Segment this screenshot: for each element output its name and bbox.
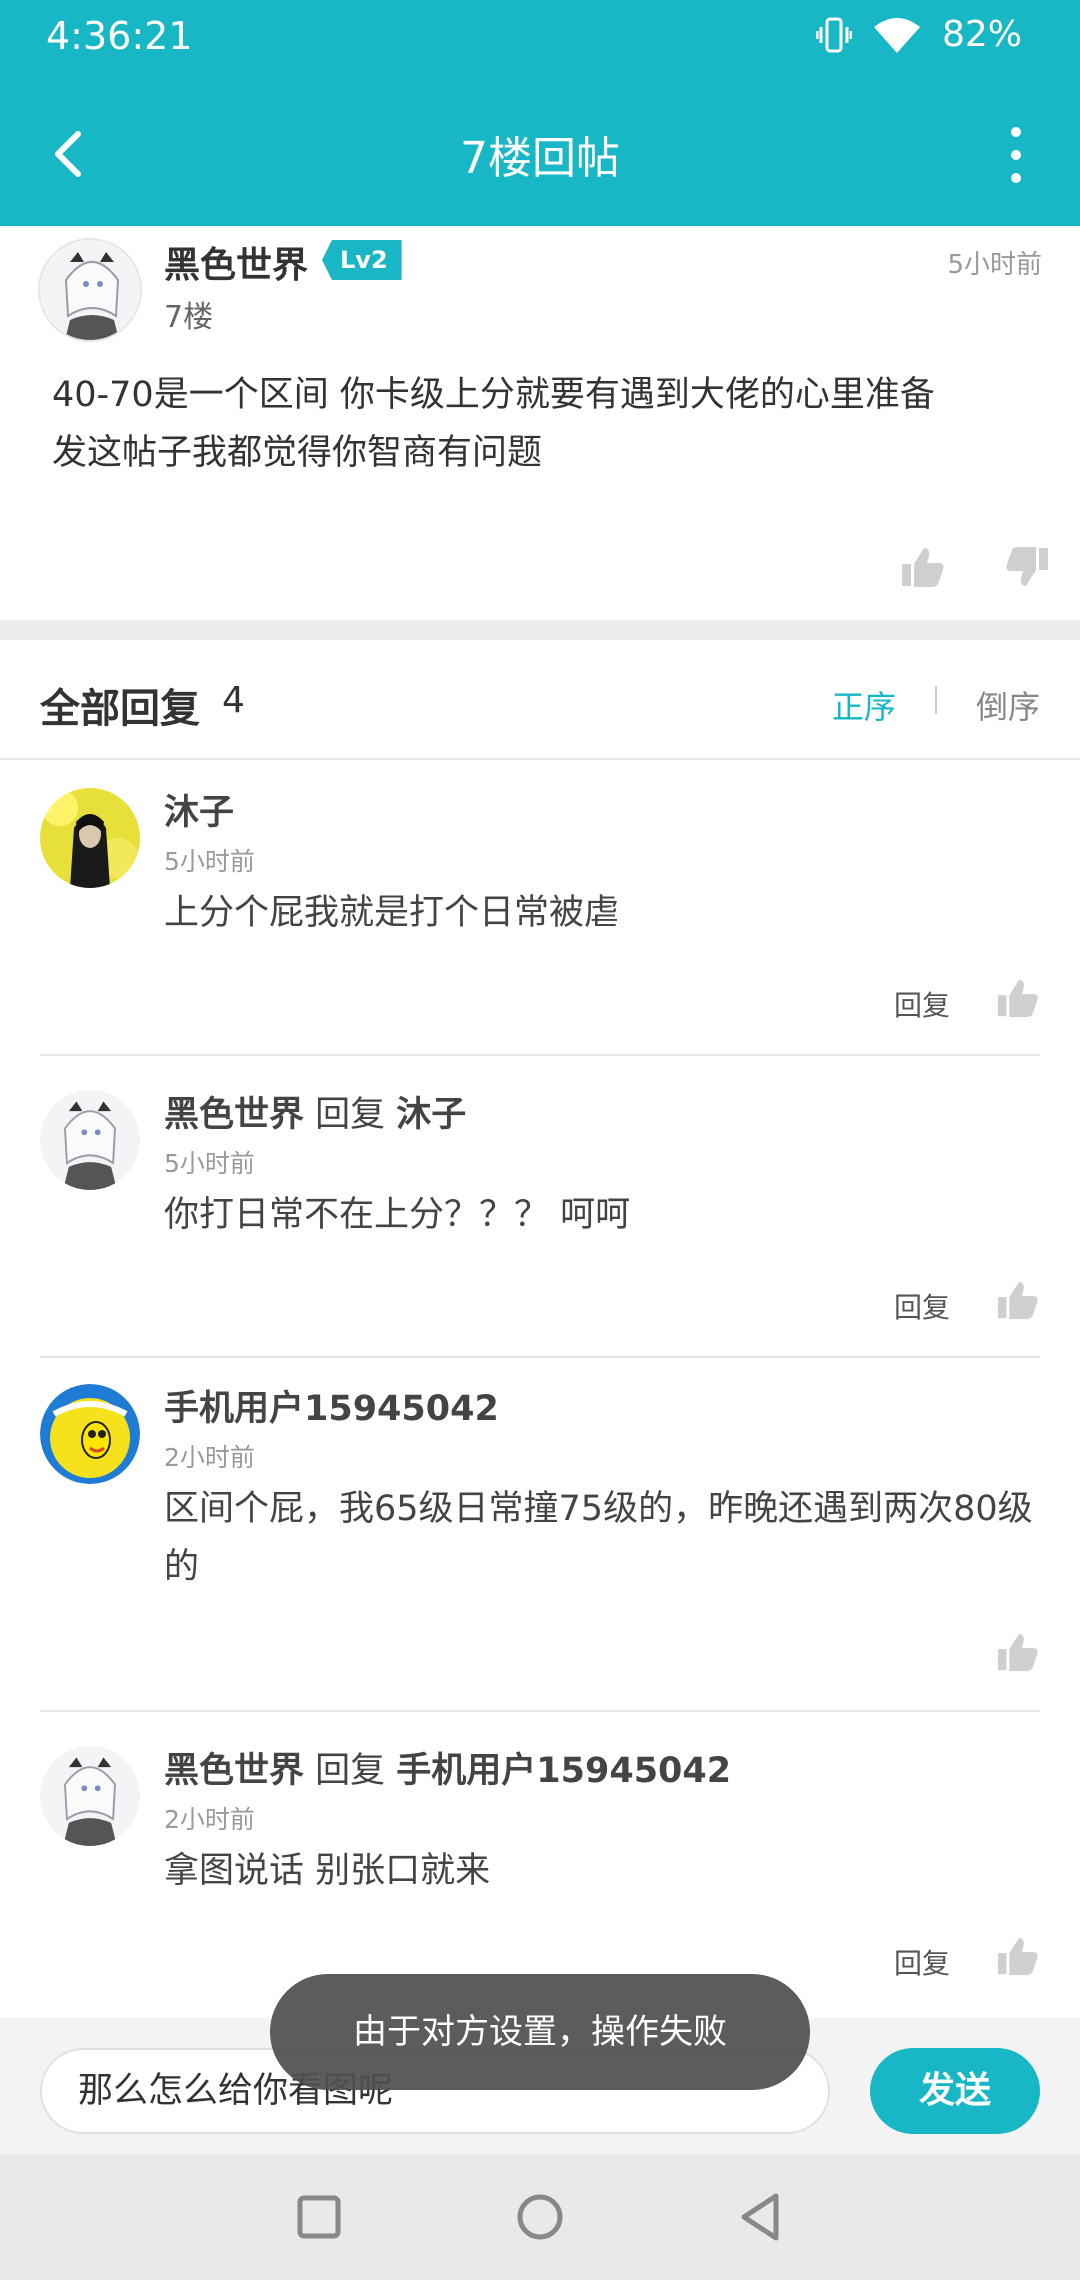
thumbs-up-icon[interactable] (996, 1934, 1040, 1978)
replies-count: 4 (222, 680, 245, 721)
battery-percent: 82% (941, 14, 1022, 55)
reply-button[interactable]: 回复 (894, 1286, 950, 1326)
back-triangle-icon[interactable] (726, 2182, 796, 2252)
floor-post: 黑色世界 Lv2 7楼 5小时前 40-70是一个区间 你卡级上分就要有遇到大佬… (0, 226, 1080, 620)
reply-divider (40, 1710, 1040, 1712)
page-title: 7楼回帖 (460, 133, 620, 184)
sort-separator (935, 686, 937, 714)
avatar[interactable] (40, 1090, 140, 1190)
level-badge: Lv2 (322, 240, 402, 280)
post-time: 5小时前 (947, 250, 1042, 280)
reply-author-line: 黑色世界 回复 沐子 (164, 1086, 466, 1137)
reply-time: 5小时前 (164, 847, 255, 876)
reply-button[interactable]: 回复 (894, 984, 950, 1024)
thumbs-up-icon[interactable] (996, 1630, 1040, 1674)
thumbs-up-icon[interactable] (996, 1278, 1040, 1322)
status-icons: 82% (815, 14, 1022, 55)
reply-target[interactable]: 沐子 (396, 1095, 466, 1135)
vibrate-icon (815, 17, 852, 52)
reply-author[interactable]: 黑色世界 (164, 1751, 304, 1791)
avatar-image (40, 1384, 140, 1484)
sort-ascending-button[interactable]: 正序 (832, 682, 896, 728)
wifi-icon (873, 17, 920, 53)
reply-item: 沐子 5小时前 上分个屁我就是打个日常被虐 回复 (0, 762, 1080, 1058)
replies-header: 全部回复 4 正序 倒序 (0, 640, 1080, 760)
avatar[interactable] (40, 1384, 140, 1484)
home-circle-icon[interactable] (505, 2182, 575, 2252)
reply-to-word: 回复 (304, 1751, 397, 1791)
replies-label: 全部回复 (40, 686, 200, 732)
reply-text[interactable]: 上分个屁我就是打个日常被虐 (164, 884, 1044, 942)
reply-target[interactable]: 手机用户15945042 (396, 1751, 731, 1791)
reply-author-line: 沐子 (164, 784, 234, 835)
system-nav-bar (0, 2154, 1080, 2280)
reply-button[interactable]: 回复 (894, 1942, 950, 1982)
avatar-image (40, 1746, 140, 1846)
reply-time: 2小时前 (164, 1443, 255, 1472)
app-screen: 4:36:21 82% 7楼回帖 黑色世界 Lv2 7楼 5小时前 40-70是… (0, 0, 1080, 2280)
avatar[interactable] (38, 238, 142, 342)
post-content-line: 40-70是一个区间 你卡级上分就要有遇到大佬的心里准备 (52, 375, 935, 415)
app-bar: 7楼回帖 (0, 84, 1080, 226)
floor-number: 7楼 (164, 300, 214, 335)
status-bar: 4:36:21 82% (0, 0, 1080, 84)
reply-author-line: 手机用户15945042 (164, 1380, 499, 1431)
more-vertical-icon[interactable] (1004, 122, 1028, 188)
reply-time: 2小时前 (164, 1805, 255, 1834)
toast-message: 由于对方设置，操作失败 (270, 1974, 810, 2090)
thumbs-up-icon[interactable] (996, 976, 1040, 1020)
sort-descending-button[interactable]: 倒序 (976, 682, 1040, 728)
send-button[interactable]: 发送 (870, 2048, 1040, 2134)
post-author[interactable]: 黑色世界 (164, 236, 308, 288)
status-time: 4:36:21 (46, 14, 193, 58)
reply-author[interactable]: 沐子 (164, 793, 234, 833)
avatar-image (40, 240, 140, 340)
reply-author[interactable]: 黑色世界 (164, 1095, 304, 1135)
recents-square-icon[interactable] (284, 2182, 354, 2252)
reply-divider (40, 1054, 1040, 1056)
reply-text[interactable]: 拿图说话 别张口就来 (164, 1842, 1044, 1900)
top-bar: 4:36:21 82% 7楼回帖 (0, 0, 1080, 226)
reply-time: 5小时前 (164, 1149, 255, 1178)
avatar[interactable] (40, 1746, 140, 1846)
avatar-image (40, 1090, 140, 1190)
post-content-line: 发这帖子我都觉得你智商有问题 (52, 433, 543, 473)
post-content: 40-70是一个区间 你卡级上分就要有遇到大佬的心里准备 发这帖子我都觉得你智商… (52, 366, 1032, 482)
reply-author-line: 黑色世界 回复 手机用户15945042 (164, 1742, 731, 1793)
section-divider (0, 620, 1080, 640)
avatar[interactable] (40, 788, 140, 888)
avatar-image (40, 788, 140, 888)
reply-text[interactable]: 你打日常不在上分？？？ 呵呵 (164, 1186, 1044, 1244)
reply-to-word: 回复 (304, 1095, 397, 1135)
reply-item: 黑色世界 回复 沐子 5小时前 你打日常不在上分？？？ 呵呵 回复 (0, 1064, 1080, 1360)
reply-text[interactable]: 区间个屁，我65级日常撞75级的，昨晚还遇到两次80级的 (164, 1480, 1044, 1596)
thumbs-down-icon[interactable] (1004, 544, 1050, 590)
reply-author[interactable]: 手机用户15945042 (164, 1389, 499, 1429)
thumbs-up-icon[interactable] (900, 544, 946, 590)
reply-item: 手机用户15945042 2小时前 区间个屁，我65级日常撞75级的，昨晚还遇到… (0, 1358, 1080, 1712)
reply-item: 黑色世界 回复 手机用户15945042 2小时前 拿图说话 别张口就来 回复 (0, 1720, 1080, 2010)
